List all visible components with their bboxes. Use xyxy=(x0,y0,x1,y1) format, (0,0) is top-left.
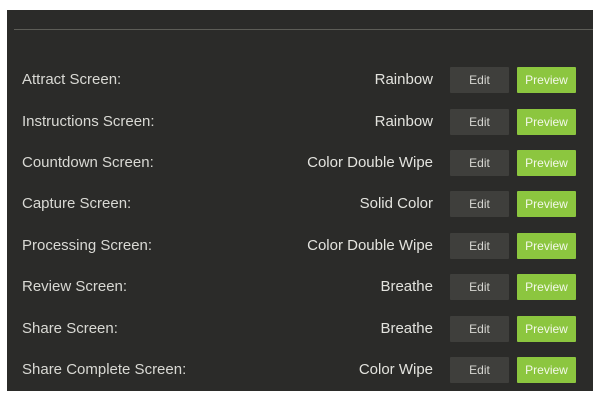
edit-button[interactable]: Edit xyxy=(450,233,509,259)
row-value: Rainbow xyxy=(374,71,433,88)
edit-button[interactable]: Edit xyxy=(450,316,509,342)
settings-row-attract: Attract Screen: Rainbow Edit Preview xyxy=(7,67,593,93)
row-label: Capture Screen: xyxy=(22,195,132,212)
row-value: Color Wipe xyxy=(358,361,433,378)
row-value: Color Double Wipe xyxy=(307,154,433,171)
preview-button[interactable]: Preview xyxy=(517,274,576,300)
preview-button[interactable]: Preview xyxy=(517,316,576,342)
row-value: Breathe xyxy=(380,278,433,295)
settings-row-countdown: Countdown Screen: Color Double Wipe Edit… xyxy=(7,150,593,176)
edit-button[interactable]: Edit xyxy=(450,191,509,217)
settings-row-instructions: Instructions Screen: Rainbow Edit Previe… xyxy=(7,109,593,135)
row-label: Instructions Screen: xyxy=(22,113,155,130)
settings-row-capture: Capture Screen: Solid Color Edit Preview xyxy=(7,191,593,217)
preview-button[interactable]: Preview xyxy=(517,233,576,259)
edit-button[interactable]: Edit xyxy=(450,67,509,93)
row-value: Breathe xyxy=(380,320,433,337)
row-label: Processing Screen: xyxy=(22,237,153,254)
header-divider xyxy=(14,29,593,30)
row-label: Attract Screen: xyxy=(22,71,122,88)
preview-button[interactable]: Preview xyxy=(517,67,576,93)
row-label: Countdown Screen: xyxy=(22,154,154,171)
row-value: Color Double Wipe xyxy=(307,237,433,254)
row-label: Review Screen: xyxy=(22,278,128,295)
screen-settings-panel: Attract Screen: Rainbow Edit Preview Ins… xyxy=(7,10,593,391)
settings-row-share: Share Screen: Breathe Edit Preview xyxy=(7,316,593,342)
edit-button[interactable]: Edit xyxy=(450,150,509,176)
edit-button[interactable]: Edit xyxy=(450,357,509,383)
preview-button[interactable]: Preview xyxy=(517,150,576,176)
preview-button[interactable]: Preview xyxy=(517,109,576,135)
row-value: Solid Color xyxy=(359,195,433,212)
row-value: Rainbow xyxy=(374,113,433,130)
settings-row-processing: Processing Screen: Color Double Wipe Edi… xyxy=(7,233,593,259)
edit-button[interactable]: Edit xyxy=(450,274,509,300)
preview-button[interactable]: Preview xyxy=(517,191,576,217)
edit-button[interactable]: Edit xyxy=(450,109,509,135)
settings-row-review: Review Screen: Breathe Edit Preview xyxy=(7,274,593,300)
preview-button[interactable]: Preview xyxy=(517,357,576,383)
settings-row-share-complete: Share Complete Screen: Color Wipe Edit P… xyxy=(7,357,593,383)
row-label: Share Screen: xyxy=(22,320,118,337)
row-label: Share Complete Screen: xyxy=(22,361,187,378)
